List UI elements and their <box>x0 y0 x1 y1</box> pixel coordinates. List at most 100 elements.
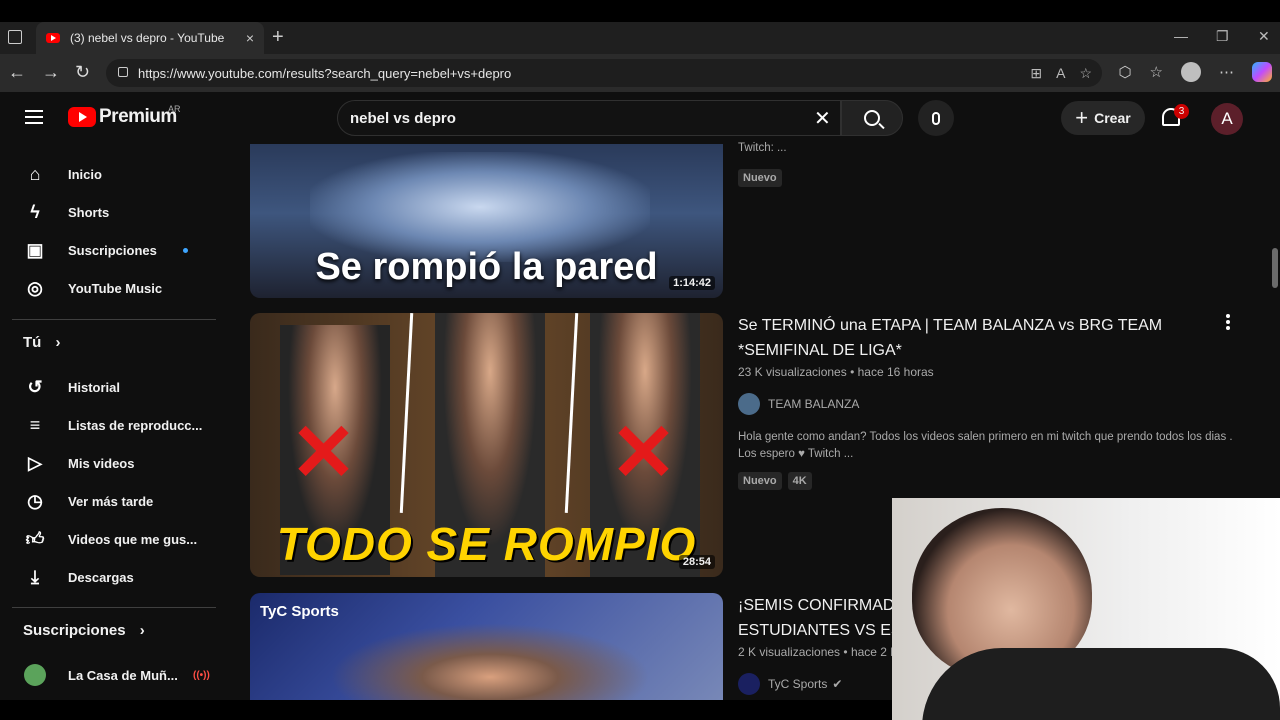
back-icon[interactable]: ← <box>8 62 26 83</box>
sidebar-item-label: Suscripciones <box>68 242 157 258</box>
channel-row[interactable]: TEAM BALANZA <box>738 393 1238 415</box>
tab-title: (3) nebel vs depro - YouTube <box>70 31 225 45</box>
clear-search-icon[interactable]: ✕ <box>814 106 831 131</box>
channel-watermark: TyC Sports <box>260 603 339 620</box>
minimize-icon[interactable]: — <box>1174 28 1188 44</box>
sidebar-item-label: Inicio <box>68 166 102 182</box>
sidebar-item-label: Shorts <box>68 204 110 220</box>
sidebar-item-label: Listas de reproducc... <box>68 417 203 433</box>
thumbnail-caption: Se rompió la pared <box>315 246 658 288</box>
new-content-dot <box>183 248 188 253</box>
forward-icon[interactable]: → <box>42 62 60 83</box>
menu-icon[interactable] <box>25 110 43 124</box>
browser-tab-strip: (3) nebel vs depro - YouTube × + — ❐ ✕ <box>0 22 1280 54</box>
subscriptions-heading[interactable]: Suscripciones › <box>23 622 145 639</box>
more-menu-icon[interactable]: ⋯ <box>1219 63 1234 81</box>
you-section-heading[interactable]: Tú › <box>23 334 61 351</box>
watch-later-icon: ◷ <box>27 490 43 511</box>
channel-avatar <box>738 673 760 695</box>
browser-tab[interactable]: (3) nebel vs depro - YouTube × <box>36 22 264 54</box>
sidebar-item-historial[interactable]: ↺ Historial <box>12 368 217 406</box>
create-button[interactable]: + Crear <box>1061 101 1145 135</box>
video-duration: 1:14:42 <box>669 276 715 290</box>
thumbnail-divider <box>564 313 579 513</box>
video-title[interactable]: Se TERMINÓ una ETAPA | TEAM BALANZA vs B… <box>738 313 1238 363</box>
sidebar-item-suscripciones[interactable]: ▣ Suscripciones <box>12 231 217 269</box>
sidebar: ⌂ Inicio ϟ Shorts ▣ Suscripciones ◎ YouT… <box>0 144 230 700</box>
video-thumbnail[interactable]: ✕ ✕ TODO SE ROMPIO 28:54 <box>250 313 723 577</box>
upload-age: hace 2 h <box>850 645 897 659</box>
logo-text: Premium <box>99 106 177 127</box>
youtube-header: Premium AR nebel vs depro ✕ + Crear 3 A <box>0 92 1280 144</box>
streamer-shirt <box>922 648 1280 720</box>
address-bar-row: ← → ↻ https://www.youtube.com/results?se… <box>0 54 1280 92</box>
subscription-channel[interactable]: La Casa de Muñ... ((•)) <box>12 656 217 694</box>
view-count: 23 K visualizaciones <box>738 365 847 379</box>
voice-search-button[interactable] <box>918 100 954 136</box>
sidebar-item-label: Mis videos <box>68 455 135 471</box>
lock-icon <box>118 67 128 77</box>
url-text: https://www.youtube.com/results?search_q… <box>138 65 512 81</box>
account-avatar[interactable]: A <box>1211 103 1243 135</box>
video-meta: 23 K visualizaciones • hace 16 horas <box>738 365 934 379</box>
video-description: Twitch: ... <box>738 142 787 154</box>
sidebar-item-inicio[interactable]: ⌂ Inicio <box>12 155 217 193</box>
close-window-icon[interactable]: ✕ <box>1258 28 1270 45</box>
extensions-icon[interactable]: ⬡ <box>1118 63 1131 81</box>
search-input[interactable]: nebel vs depro <box>337 100 841 136</box>
youtube-favicon-icon <box>46 33 60 43</box>
chevron-right-icon: › <box>139 622 145 639</box>
sidebar-item-mis-videos[interactable]: ▷ Mis videos <box>12 444 217 482</box>
video-description: Hola gente como andan? Todos los videos … <box>738 431 1233 460</box>
thumbnail-image <box>330 623 650 700</box>
video-duration: 28:54 <box>678 555 715 569</box>
favorites-icon[interactable]: ☆ <box>1150 63 1163 81</box>
video-info: Twitch: ... Nuevo <box>738 140 1238 187</box>
favorite-star-icon[interactable]: ☆ <box>1079 65 1092 82</box>
sidebar-item-descargas[interactable]: ⤓ Descargas <box>12 558 217 596</box>
my-videos-icon: ▷ <box>28 452 42 473</box>
profile-icon[interactable] <box>1181 62 1201 82</box>
copilot-icon[interactable] <box>1252 62 1272 82</box>
sidebar-item-liked-videos[interactable]: 👍︎ Videos que me gus... <box>12 520 217 558</box>
home-icon: ⌂ <box>29 163 41 184</box>
sidebar-item-shorts[interactable]: ϟ Shorts <box>12 193 217 231</box>
tab-close-icon[interactable]: × <box>246 30 254 46</box>
youtube-premium-logo[interactable]: Premium <box>68 106 177 128</box>
sidebar-item-listas[interactable]: ≡ Listas de reproducc... <box>12 406 217 444</box>
history-icon: ↺ <box>27 376 43 397</box>
thumbnail-caption: TODO SE ROMPIO <box>276 518 697 570</box>
microphone-icon <box>932 111 940 125</box>
search-button[interactable] <box>841 100 903 136</box>
video-thumbnail[interactable]: Se rompió la pared 1:14:42 <box>250 144 723 298</box>
more-actions-icon[interactable] <box>1226 314 1230 330</box>
playlists-icon: ≡ <box>29 414 41 435</box>
sidebar-item-label: Historial <box>68 379 121 395</box>
channel-name: TyC Sports <box>768 677 828 691</box>
restore-icon[interactable]: ❐ <box>1216 28 1229 45</box>
video-thumbnail[interactable]: TyC Sports <box>250 593 723 700</box>
webcam-overlay <box>892 498 1280 720</box>
notification-badge: 3 <box>1174 104 1189 119</box>
red-x-icon: ✕ <box>610 408 678 497</box>
sidebar-item-ver-mas-tarde[interactable]: ◷ Ver más tarde <box>12 482 217 520</box>
app-available-icon[interactable]: ⊞ <box>1030 65 1042 82</box>
screen-top-bar <box>0 0 1280 22</box>
window-menu-icon[interactable] <box>8 30 22 44</box>
channel-avatar <box>738 393 760 415</box>
new-tab-button[interactable]: + <box>272 26 284 49</box>
read-aloud-icon[interactable]: A <box>1056 65 1065 82</box>
chevron-right-icon: › <box>55 334 61 351</box>
red-x-icon: ✕ <box>290 408 358 497</box>
new-tag: Nuevo <box>738 169 782 187</box>
subscriptions-heading-label: Suscripciones <box>23 622 126 639</box>
4k-tag: 4K <box>787 472 812 490</box>
thumbnail-divider <box>399 313 414 513</box>
plus-icon: + <box>1075 105 1089 130</box>
sidebar-item-youtube-music[interactable]: ◎ YouTube Music <box>12 269 217 307</box>
sidebar-item-label: Videos que me gus... <box>68 531 198 547</box>
reload-icon[interactable]: ↻ <box>75 62 90 83</box>
page-scrollbar[interactable] <box>1272 248 1278 288</box>
url-field[interactable]: https://www.youtube.com/results?search_q… <box>106 59 1102 87</box>
sidebar-item-label: Descargas <box>68 569 134 585</box>
